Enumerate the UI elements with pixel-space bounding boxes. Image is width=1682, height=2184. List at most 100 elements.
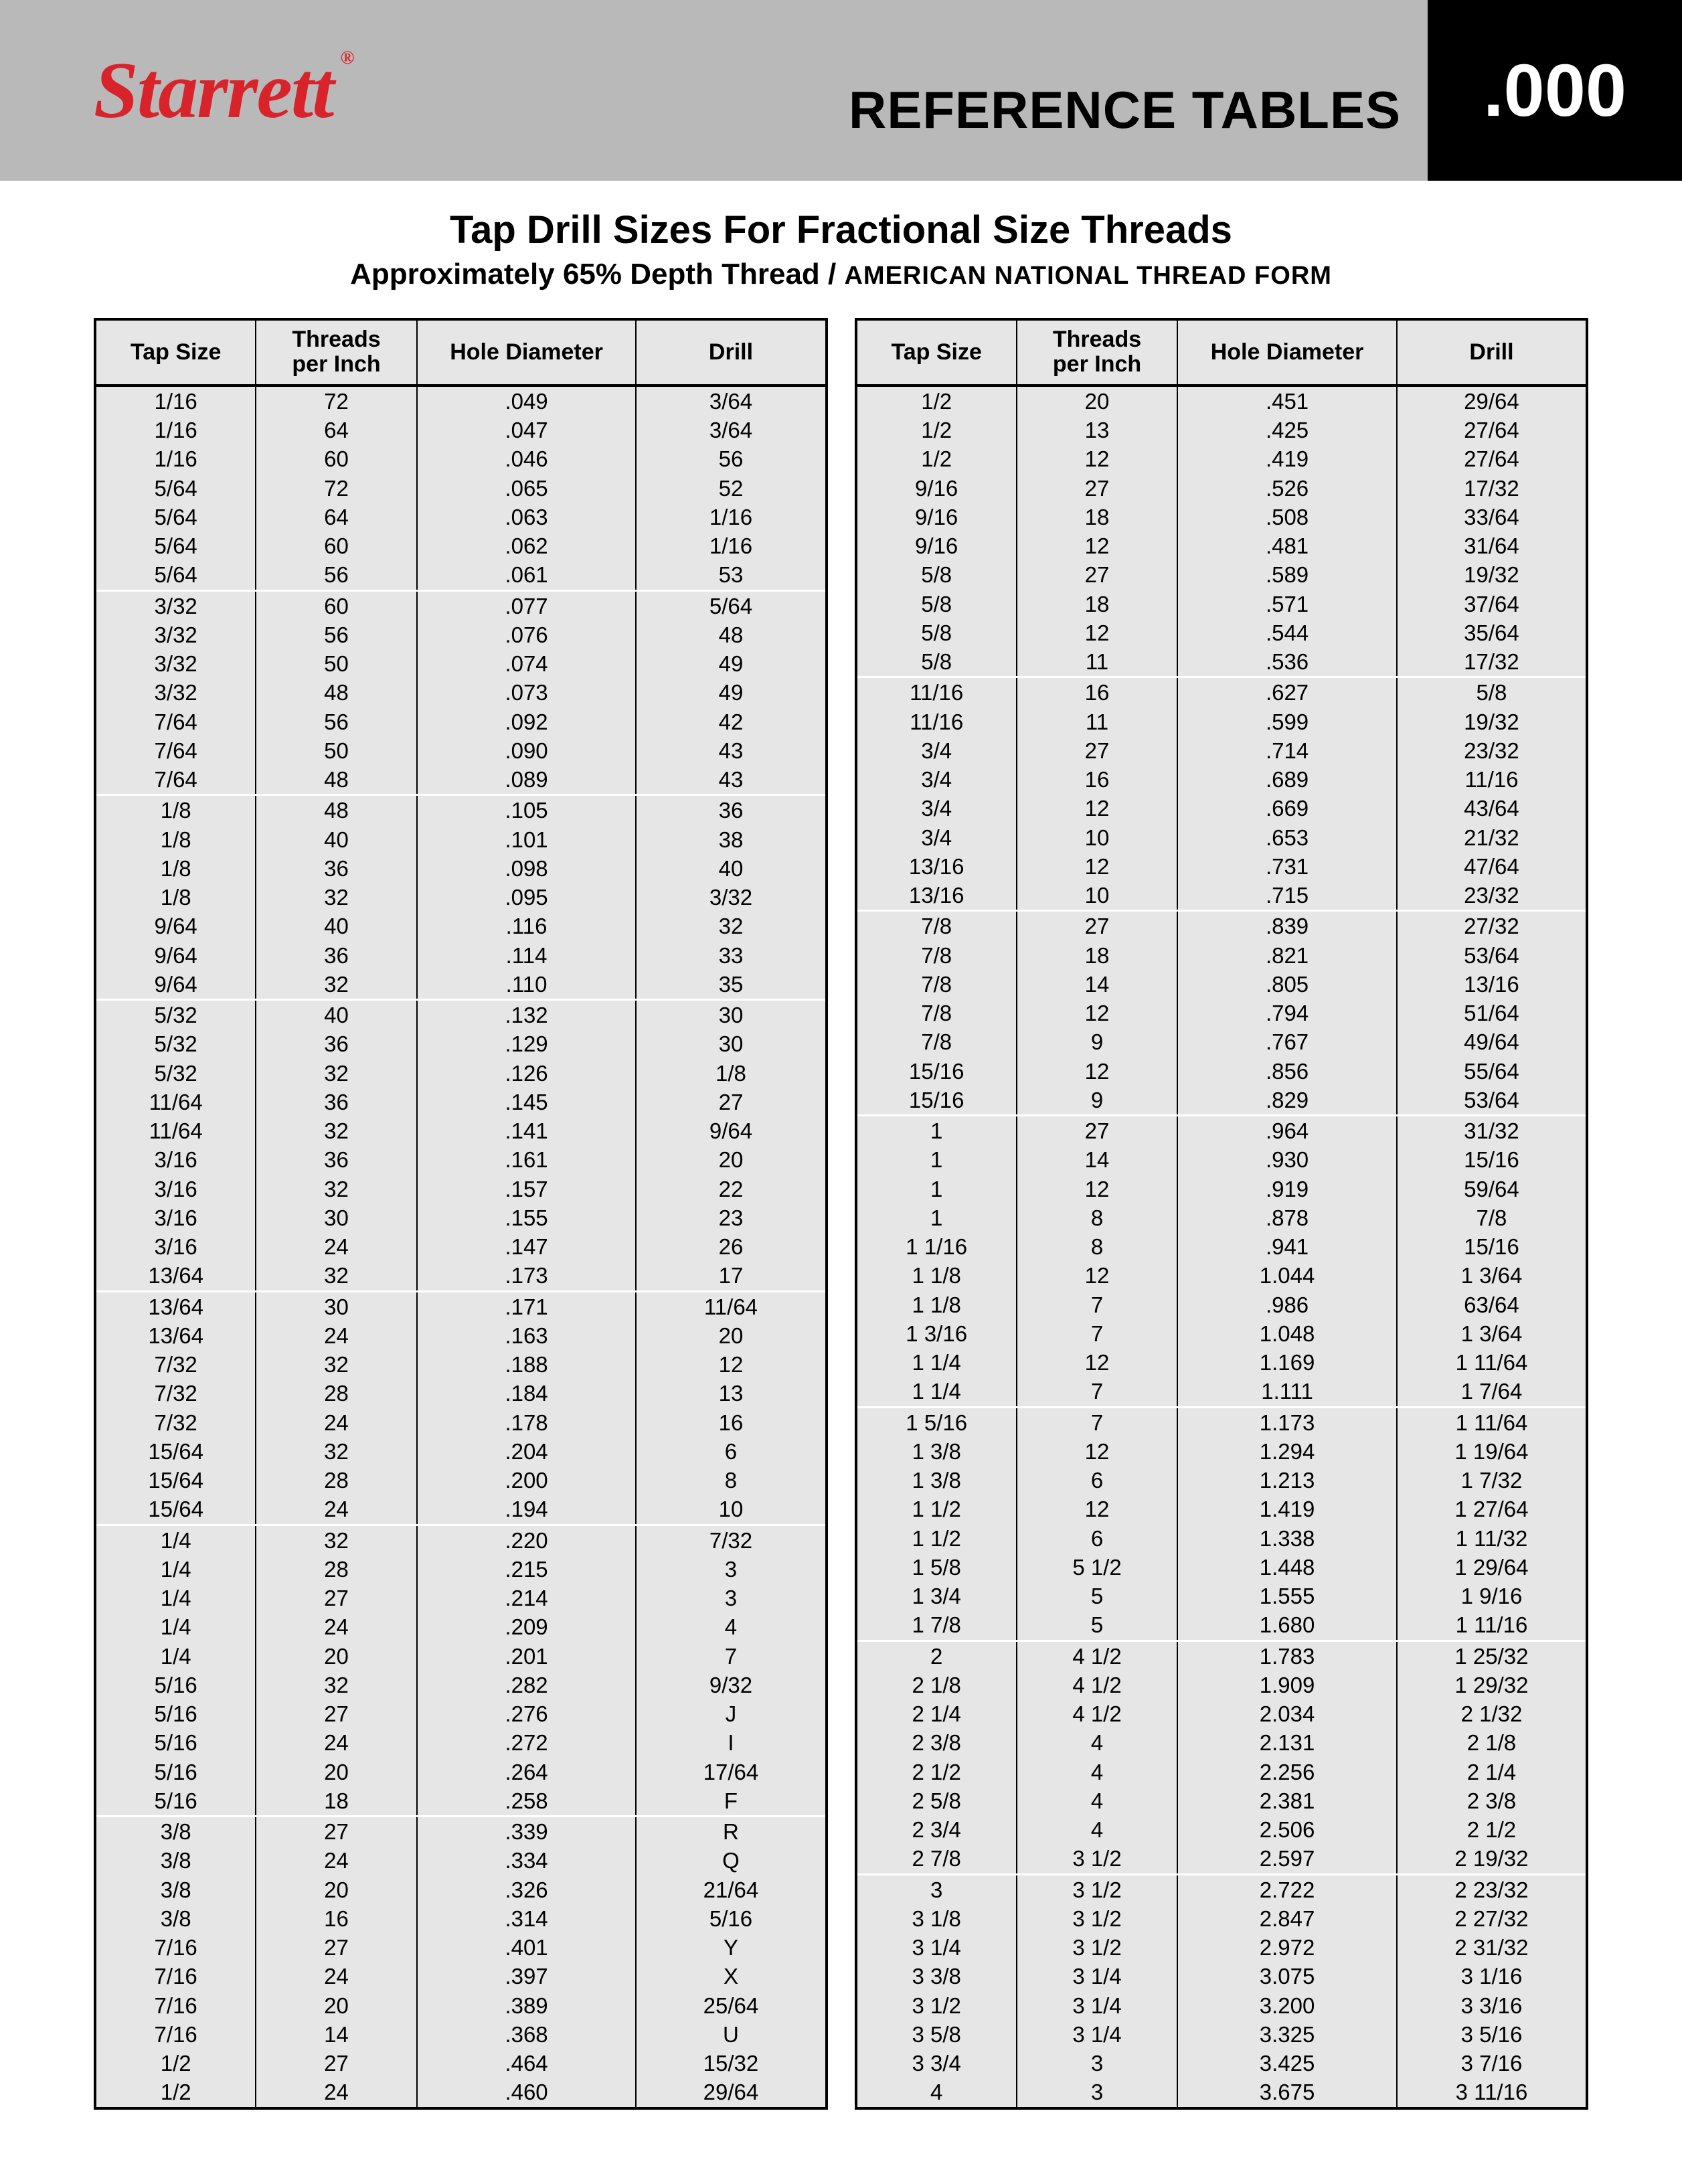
cell-drill: U <box>636 2020 826 2049</box>
reference-tables-title: REFERENCE TABLES <box>849 80 1401 141</box>
cell-tap-size: 5/16 <box>95 1671 256 1699</box>
table-row: 3 3/433.4253 7/16 <box>856 2049 1588 2078</box>
cell-drill: 15/32 <box>636 2049 826 2078</box>
cell-tap-size: 7/32 <box>95 1350 256 1379</box>
cell-tap-size: 3/8 <box>95 1817 256 1847</box>
cell-hole-diameter: .047 <box>417 416 637 444</box>
cell-drill: 3/64 <box>636 416 826 444</box>
cell-threads-per-inch: 5 <box>1017 1582 1177 1610</box>
cell-threads-per-inch: 3 1/4 <box>1017 1962 1177 1991</box>
table-row: 9/1612.48131/64 <box>856 531 1588 560</box>
table-row: 7/3224.17816 <box>95 1408 827 1437</box>
cell-hole-diameter: .076 <box>417 620 637 649</box>
cell-drill: 7 <box>636 1642 826 1671</box>
cell-hole-diameter: .544 <box>1177 618 1397 647</box>
cell-drill: 27 <box>636 1088 826 1116</box>
table-row: 13/1610.71523/32 <box>856 881 1588 911</box>
cell-drill: 6 <box>636 1437 826 1466</box>
cell-hole-diameter: .188 <box>417 1350 637 1379</box>
cell-drill: 1 19/64 <box>1397 1437 1587 1466</box>
cell-drill: 49 <box>636 649 826 678</box>
table-row: 1/227.46415/32 <box>95 2049 827 2078</box>
cell-tap-size: 5/8 <box>856 647 1017 677</box>
cell-tap-size: 3/16 <box>95 1203 256 1232</box>
cell-hole-diameter: .073 <box>417 678 637 707</box>
cell-tap-size: 5/64 <box>95 474 256 503</box>
cell-tap-size: 1/2 <box>856 386 1017 416</box>
cell-tap-size: 15/16 <box>856 1086 1017 1116</box>
cell-hole-diameter: .334 <box>417 1846 637 1875</box>
table-row: 114.93015/16 <box>856 1145 1588 1174</box>
cell-drill: 31/64 <box>1397 531 1587 560</box>
cell-threads-per-inch: 24 <box>256 1962 416 1991</box>
table-row: 2 3/442.5062 1/2 <box>856 1815 1588 1844</box>
cell-tap-size: 1 7/8 <box>856 1610 1017 1641</box>
cell-hole-diameter: 3.325 <box>1177 2020 1397 2049</box>
cell-threads-per-inch: 10 <box>1017 823 1177 852</box>
table-row: 3/820.32621/64 <box>95 1875 827 1904</box>
cell-hole-diameter: .209 <box>417 1612 637 1641</box>
cell-hole-diameter: 1.044 <box>1177 1261 1397 1290</box>
section-number-box: .000 <box>1428 0 1682 181</box>
cell-tap-size: 3/16 <box>95 1145 256 1174</box>
cell-hole-diameter: 3.200 <box>1177 1991 1397 2020</box>
cell-drill: 9/64 <box>636 1116 826 1145</box>
cell-threads-per-inch: 24 <box>256 1728 416 1757</box>
cell-threads-per-inch: 3 <box>1017 2078 1177 2108</box>
cell-drill: 33/64 <box>1397 503 1587 531</box>
cell-hole-diameter: .074 <box>417 649 637 678</box>
cell-tap-size: 7/8 <box>856 970 1017 999</box>
cell-tap-size: 5/8 <box>856 590 1017 618</box>
cell-threads-per-inch: 24 <box>256 1408 416 1437</box>
cell-hole-diameter: .155 <box>417 1203 637 1232</box>
cell-threads-per-inch: 20 <box>256 1642 416 1671</box>
cell-hole-diameter: .049 <box>417 386 637 416</box>
cell-drill: 10 <box>636 1495 826 1525</box>
table-row: 3 5/83 1/43.3253 5/16 <box>856 2020 1588 2049</box>
cell-threads-per-inch: 24 <box>256 1321 416 1350</box>
cell-hole-diameter: .201 <box>417 1642 637 1671</box>
table-row: 1 5/1671.1731 11/64 <box>856 1407 1588 1437</box>
cell-hole-diameter: .114 <box>417 941 637 970</box>
cell-tap-size: 2 1/2 <box>856 1758 1017 1786</box>
cell-tap-size: 3 5/8 <box>856 2020 1017 2049</box>
cell-threads-per-inch: 27 <box>1017 474 1177 503</box>
table-row: 18.8787/8 <box>856 1203 1588 1232</box>
cell-threads-per-inch: 24 <box>256 2078 416 2108</box>
cell-tap-size: 1/4 <box>95 1525 256 1555</box>
cell-threads-per-inch: 11 <box>1017 707 1177 736</box>
cell-drill: 32 <box>636 912 826 940</box>
cell-drill: 23/32 <box>1397 736 1587 765</box>
table-row: 5/1620.26417/64 <box>95 1758 827 1786</box>
table-row: 3 1/23 1/43.2003 3/16 <box>856 1991 1588 2020</box>
cell-drill: 26 <box>636 1232 826 1261</box>
cell-hole-diameter: 1.783 <box>1177 1641 1397 1671</box>
col-header-threads-per-inch: Threads per Inch <box>1017 319 1177 386</box>
table-row: 5/811.53617/32 <box>856 647 1588 677</box>
table-row: 3/816.3145/16 <box>95 1904 827 1933</box>
cell-hole-diameter: .878 <box>1177 1203 1397 1232</box>
cell-drill: 2 1/8 <box>1397 1728 1587 1757</box>
cell-tap-size: 7/32 <box>95 1408 256 1437</box>
cell-drill: F <box>636 1786 826 1817</box>
cell-threads-per-inch: 7 <box>1017 1290 1177 1319</box>
cell-tap-size: 7/32 <box>95 1379 256 1408</box>
cell-threads-per-inch: 16 <box>1017 765 1177 794</box>
cell-drill: 17/32 <box>1397 474 1587 503</box>
col-header-tap-size: Tap Size <box>95 319 256 386</box>
table-row: 11/1616.6275/8 <box>856 677 1588 707</box>
table-row: 7/814.80513/16 <box>856 970 1588 999</box>
table-row: 7/812.79451/64 <box>856 999 1588 1027</box>
cell-tap-size: 1 <box>856 1203 1017 1232</box>
cell-drill: R <box>636 1817 826 1847</box>
cell-drill: 1 7/64 <box>1397 1377 1587 1407</box>
table-row: 1 3/861.2131 7/32 <box>856 1466 1588 1495</box>
cell-tap-size: 1 <box>856 1145 1017 1174</box>
cell-tap-size: 3/16 <box>95 1175 256 1203</box>
table-row: 2 7/83 1/22.5972 19/32 <box>856 1844 1588 1874</box>
cell-hole-diameter: .314 <box>417 1904 637 1933</box>
table-row: 3/1630.15523 <box>95 1203 827 1232</box>
table-row: 7/6448.08943 <box>95 765 827 795</box>
cell-threads-per-inch: 56 <box>256 707 416 736</box>
cell-hole-diameter: 2.381 <box>1177 1786 1397 1815</box>
